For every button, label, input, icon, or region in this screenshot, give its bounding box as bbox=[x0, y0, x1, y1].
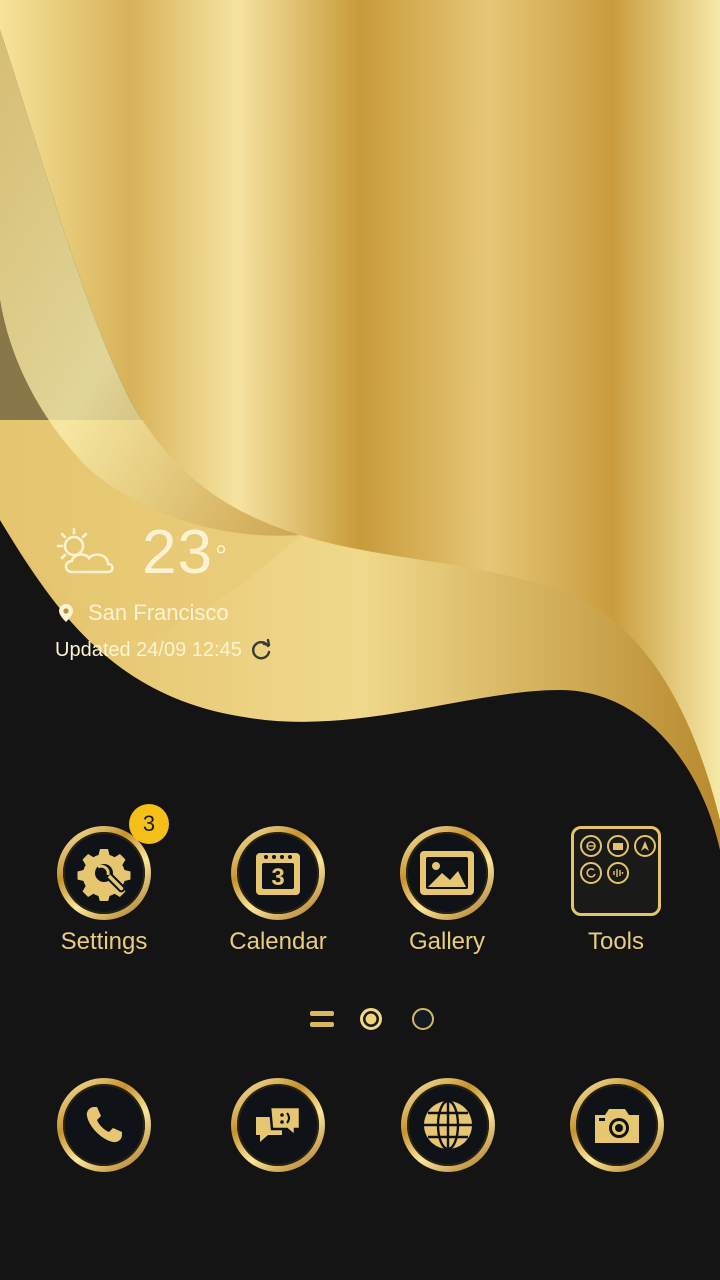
dock-browser[interactable] bbox=[401, 1078, 495, 1172]
settings-gear-icon bbox=[77, 849, 131, 901]
app-settings[interactable]: 3 Settings bbox=[24, 804, 184, 956]
app-label: Settings bbox=[60, 928, 148, 955]
updated-time: Updated 24/09 12:45 bbox=[55, 638, 242, 661]
gallery-icon bbox=[420, 851, 474, 895]
folder-app-icon bbox=[607, 862, 629, 884]
folder-app-icon bbox=[580, 862, 602, 884]
folder-app-icon bbox=[634, 835, 656, 857]
menu-lines-icon[interactable] bbox=[310, 1011, 334, 1027]
dock-camera[interactable] bbox=[570, 1078, 664, 1172]
notification-badge: 3 bbox=[129, 804, 169, 844]
app-label: Calendar bbox=[229, 928, 327, 955]
app-label: Gallery bbox=[408, 928, 486, 955]
page-indicator[interactable] bbox=[310, 1008, 464, 1030]
weather-widget[interactable]: 23° San Francisco Updated 24/09 12:45 bbox=[52, 520, 274, 662]
location-pin-icon bbox=[59, 604, 73, 622]
temperature: 23° bbox=[142, 518, 228, 587]
location-name: San Francisco bbox=[88, 600, 229, 625]
phone-icon bbox=[86, 1107, 122, 1143]
dock-phone[interactable] bbox=[57, 1078, 151, 1172]
page-dot[interactable] bbox=[412, 1008, 434, 1030]
calendar-date: 3 bbox=[271, 864, 285, 891]
refresh-icon[interactable] bbox=[250, 638, 274, 662]
browser-globe-icon bbox=[424, 1099, 472, 1151]
tools-folder-icon bbox=[571, 826, 661, 916]
folder-app-icon bbox=[607, 835, 629, 857]
partly-cloudy-icon bbox=[56, 527, 114, 574]
dock-messages[interactable] bbox=[231, 1078, 325, 1172]
folder-app-icon bbox=[580, 835, 602, 857]
app-label: Tools bbox=[587, 928, 645, 955]
page-dot-active[interactable] bbox=[360, 1008, 382, 1030]
messages-icon bbox=[256, 1105, 302, 1142]
app-gallery[interactable]: Gallery bbox=[367, 826, 527, 956]
app-calendar[interactable]: 3 Calendar bbox=[198, 826, 358, 956]
app-tools-folder[interactable]: Tools bbox=[536, 826, 696, 956]
camera-icon bbox=[595, 1109, 639, 1143]
